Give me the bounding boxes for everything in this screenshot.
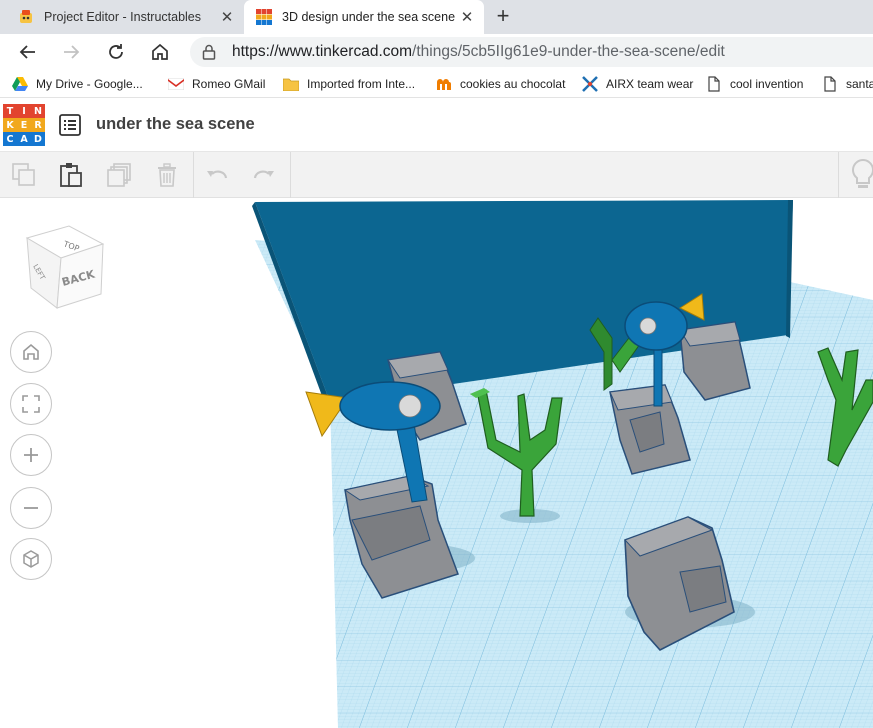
lightbulb-icon[interactable]	[848, 156, 873, 192]
tab-title: Project Editor - Instructables	[44, 10, 202, 24]
instructables-robot-icon	[20, 10, 32, 23]
bookmarks-bar: My Drive - Google... Romeo GMail Importe…	[0, 70, 873, 98]
gmail-icon	[168, 76, 184, 92]
logo-letter: N	[31, 104, 45, 118]
reload-icon	[109, 44, 123, 59]
tab-close-icon[interactable]: ✕	[216, 8, 238, 26]
forward-arrow-icon	[64, 45, 80, 59]
tab-close-icon[interactable]: ✕	[456, 8, 478, 26]
fit-to-view-icon	[22, 395, 40, 413]
bookmark-label: My Drive - Google...	[36, 77, 143, 91]
bookmark-label: Romeo GMail	[192, 77, 266, 91]
undo-button[interactable]	[204, 162, 230, 188]
toolbar-divider	[290, 152, 291, 198]
plus-icon	[24, 448, 38, 462]
bookmark-gmail[interactable]: Romeo GMail	[168, 75, 265, 93]
redo-button[interactable]	[251, 162, 277, 188]
logo-letter: R	[31, 118, 45, 132]
copy-button[interactable]	[11, 162, 37, 188]
tinkercad-header: T I N K E R C A D under the sea scene	[0, 99, 873, 152]
duplicate-button[interactable]	[106, 162, 132, 188]
tab-project-editor[interactable]: Project Editor - Instructables ✕	[0, 0, 244, 34]
reload-button[interactable]	[102, 38, 130, 66]
toolbar-divider	[193, 152, 194, 198]
page-icon	[822, 76, 838, 92]
home-icon	[23, 343, 39, 360]
bookmark-my-drive[interactable]: My Drive - Google...	[12, 75, 143, 93]
airx-icon	[582, 76, 598, 92]
editor-toolbar	[0, 152, 873, 198]
tinkercad-logo[interactable]: T I N K E R C A D	[3, 104, 45, 146]
logo-letter: T	[3, 104, 17, 118]
bookmark-label: cool invention	[730, 77, 804, 91]
scene-canvas[interactable]	[0, 199, 873, 728]
delete-button[interactable]	[154, 162, 180, 188]
lock-icon	[202, 44, 216, 60]
home-view-button[interactable]	[10, 331, 52, 373]
design-list-icon[interactable]	[59, 114, 81, 136]
logo-letter: A	[17, 132, 31, 146]
logo-letter: K	[3, 118, 17, 132]
home-button[interactable]	[146, 38, 174, 66]
trash-icon	[158, 163, 176, 187]
logo-letter: E	[17, 118, 31, 132]
page-icon	[706, 76, 722, 92]
logo-letter: D	[31, 132, 45, 146]
design-title[interactable]: under the sea scene	[96, 115, 255, 134]
bookmark-santa[interactable]: santa	[822, 75, 873, 93]
url-base: https://www.tinkercad.com	[232, 43, 413, 60]
toolbar-divider	[838, 152, 839, 198]
paste-icon	[60, 163, 82, 187]
forward-button[interactable]	[57, 38, 85, 66]
tinkercad-favicon-icon	[256, 9, 272, 25]
bookmark-label: cookies au chocolat	[460, 77, 566, 91]
zoom-out-button[interactable]	[10, 487, 52, 529]
logo-letter: C	[3, 132, 17, 146]
bookmark-label: santa	[846, 77, 873, 91]
fit-view-button[interactable]	[10, 383, 52, 425]
bookmark-cool-invention[interactable]: cool invention	[706, 75, 803, 93]
url-path: /things/5cb5IIg61e9-under-the-sea-scene/…	[412, 43, 725, 60]
bookmark-imported-folder[interactable]: Imported from Inte...	[283, 75, 415, 93]
folder-icon	[283, 76, 299, 92]
zoom-in-button[interactable]	[10, 434, 52, 476]
copy-icon	[12, 163, 35, 186]
bookmark-label: Imported from Inte...	[307, 77, 416, 91]
undo-icon	[207, 170, 228, 179]
back-button[interactable]	[14, 38, 42, 66]
home-icon	[152, 43, 168, 60]
redo-icon	[253, 170, 274, 179]
logo-letter: I	[17, 104, 31, 118]
bookmark-cookies[interactable]: cookies au chocolat	[436, 75, 565, 93]
view-cube[interactable]: TOP BACK LEFT	[25, 224, 105, 312]
workplane-3d-view[interactable]: TOP BACK LEFT	[0, 199, 873, 728]
minus-icon	[24, 507, 38, 509]
google-drive-icon	[12, 76, 28, 92]
address-bar[interactable]: https://www.tinkercad.com/things/5cb5IIg…	[190, 37, 873, 67]
browser-window: Project Editor - Instructables ✕ 3D desi…	[0, 0, 873, 728]
new-tab-button[interactable]: +	[490, 4, 516, 30]
marmiton-icon	[436, 76, 452, 92]
url-text: https://www.tinkercad.com/things/5cb5IIg…	[232, 43, 725, 61]
back-arrow-icon	[19, 45, 35, 59]
tab-strip: Project Editor - Instructables ✕ 3D desi…	[0, 0, 873, 34]
cube-icon	[23, 550, 39, 568]
perspective-toggle-button[interactable]	[10, 538, 52, 580]
duplicate-icon	[107, 163, 131, 187]
tab-title: 3D design under the sea scene | Tinkerca…	[282, 10, 456, 24]
address-bar-row: https://www.tinkercad.com/things/5cb5IIg…	[0, 34, 873, 70]
bookmark-airx[interactable]: AIRX team wear	[582, 75, 693, 93]
tab-tinkercad-design[interactable]: 3D design under the sea scene | Tinkerca…	[244, 0, 484, 34]
paste-button[interactable]	[58, 162, 84, 188]
bookmark-label: AIRX team wear	[606, 77, 694, 91]
